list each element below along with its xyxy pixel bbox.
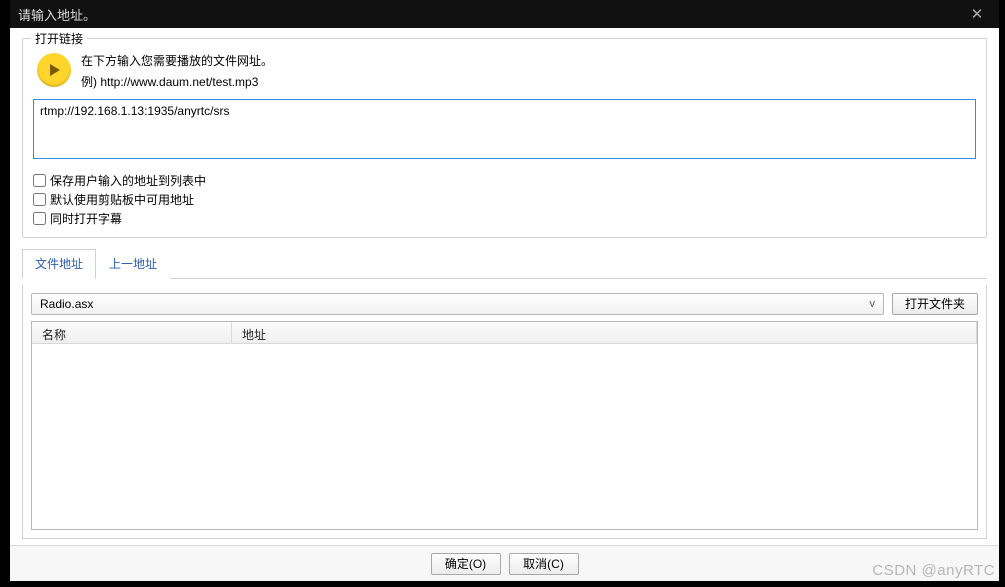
- window-title: 请输入地址。: [18, 5, 963, 24]
- checkbox-save[interactable]: [33, 174, 46, 187]
- close-icon[interactable]: ✕: [963, 5, 991, 23]
- ok-button[interactable]: 确定(O): [431, 553, 501, 575]
- ok-label: 确定(O): [445, 555, 486, 572]
- checkbox-subtitle[interactable]: [33, 212, 46, 225]
- play-icon: [37, 53, 71, 87]
- path-dropdown[interactable]: Radio.asx v: [31, 293, 884, 315]
- list-body[interactable]: [32, 344, 977, 529]
- group-legend: 打开链接: [31, 30, 87, 47]
- list-header: 名称 地址: [32, 322, 977, 344]
- check-save-label: 保存用户输入的地址到列表中: [50, 172, 206, 189]
- col-header-name[interactable]: 名称: [32, 322, 232, 343]
- check-subtitle-label: 同时打开字幕: [50, 210, 122, 227]
- instruction-text: 在下方输入您需要播放的文件网址。 例) http://www.daum.net/…: [81, 53, 273, 91]
- file-list[interactable]: 名称 地址: [31, 321, 978, 530]
- dialog-footer: 确定(O) 取消(C): [10, 545, 999, 581]
- open-folder-button[interactable]: 打开文件夹: [892, 293, 978, 315]
- check-use-clipboard[interactable]: 默认使用剪贴板中可用地址: [33, 191, 976, 208]
- cancel-button[interactable]: 取消(C): [509, 553, 579, 575]
- check-save-to-list[interactable]: 保存用户输入的地址到列表中: [33, 172, 976, 189]
- instruction-line: 在下方输入您需要播放的文件网址。: [81, 53, 273, 70]
- path-selected: Radio.asx: [40, 297, 93, 311]
- tab-bar: 文件地址 上一地址: [22, 248, 987, 279]
- cancel-label: 取消(C): [523, 555, 564, 572]
- chevron-down-icon: v: [869, 298, 875, 310]
- dialog-body: 打开链接 在下方输入您需要播放的文件网址。 例) http://www.daum…: [10, 28, 999, 545]
- file-area: Radio.asx v 打开文件夹 名称 地址: [22, 285, 987, 539]
- col-header-address[interactable]: 地址: [232, 322, 977, 343]
- check-clipboard-label: 默认使用剪贴板中可用地址: [50, 191, 194, 208]
- dialog-window: 请输入地址。 ✕ 打开链接 在下方输入您需要播放的文件网址。 例) http:/…: [10, 0, 999, 581]
- tab-file-address[interactable]: 文件地址: [22, 249, 96, 279]
- tab-previous-address[interactable]: 上一地址: [96, 249, 170, 279]
- example-line: 例) http://www.daum.net/test.mp3: [81, 74, 273, 91]
- checkbox-clipboard[interactable]: [33, 193, 46, 206]
- titlebar[interactable]: 请输入地址。 ✕: [10, 0, 999, 28]
- path-row: Radio.asx v 打开文件夹: [31, 293, 978, 315]
- open-link-group: 打开链接 在下方输入您需要播放的文件网址。 例) http://www.daum…: [22, 38, 987, 238]
- check-open-subtitle[interactable]: 同时打开字幕: [33, 210, 976, 227]
- url-input[interactable]: [33, 99, 976, 159]
- instruction-row: 在下方输入您需要播放的文件网址。 例) http://www.daum.net/…: [37, 53, 976, 91]
